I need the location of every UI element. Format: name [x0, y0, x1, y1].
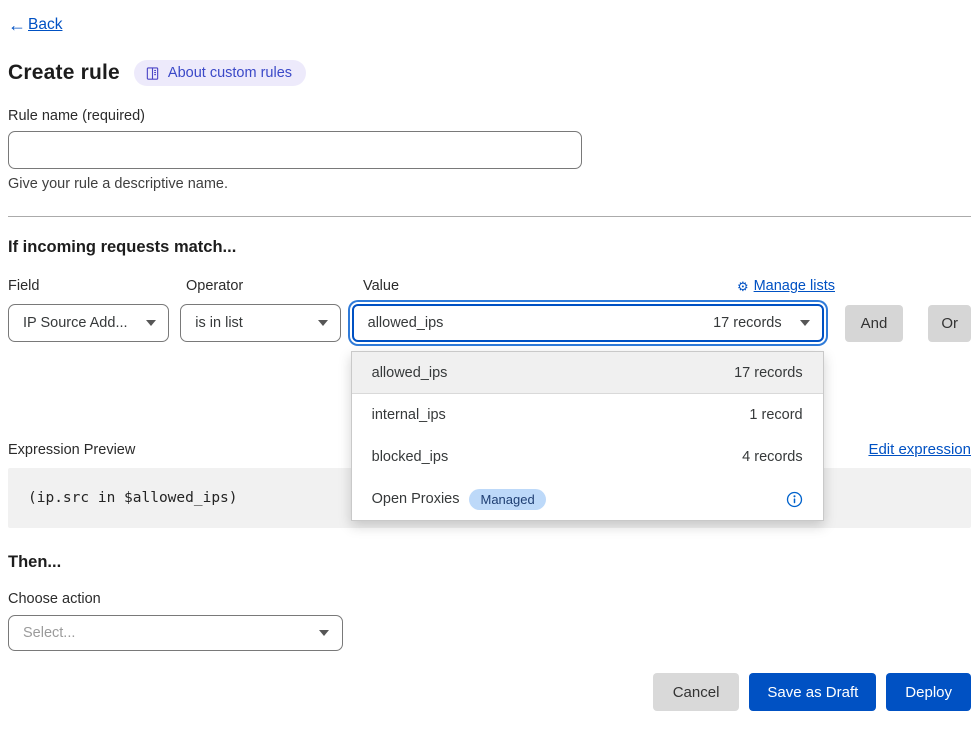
page-title: Create rule	[8, 61, 120, 85]
info-icon[interactable]	[786, 491, 803, 508]
managed-badge: Managed	[469, 489, 545, 510]
about-custom-rules-link[interactable]: About custom rules	[134, 60, 306, 86]
about-custom-rules-label: About custom rules	[168, 65, 292, 81]
manage-lists-link[interactable]: ⚙ Manage lists	[737, 278, 835, 294]
footer-actions: Cancel Save as Draft Deploy	[8, 673, 971, 711]
title-row: Create rule About custom rules	[8, 60, 971, 86]
edit-expression-link[interactable]: Edit expression	[868, 441, 971, 458]
list-option-count: 17 records	[734, 365, 803, 381]
list-option-name: Open Proxies	[372, 491, 460, 507]
match-section: If incoming requests match... Field Oper…	[8, 238, 971, 528]
match-heading: If incoming requests match...	[8, 238, 971, 257]
chevron-down-icon	[319, 630, 329, 636]
rule-name-input[interactable]	[8, 131, 582, 169]
chevron-down-icon	[146, 320, 156, 326]
value-select-name: allowed_ips	[368, 315, 713, 331]
field-label: Field	[8, 278, 175, 294]
manage-lists-label: Manage lists	[754, 278, 835, 294]
book-icon	[145, 66, 160, 81]
back-link-label: Back	[28, 16, 62, 34]
list-dropdown-panel: allowed_ips 17 records internal_ips 1 re…	[351, 351, 824, 521]
create-rule-page: ←Back Create rule About custom rules Rul…	[0, 0, 979, 711]
field-select[interactable]: IP Source Add...	[8, 304, 169, 342]
deploy-button[interactable]: Deploy	[886, 673, 971, 711]
and-button[interactable]: And	[845, 305, 904, 342]
list-option-count: 1 record	[749, 407, 802, 423]
list-option-count: 4 records	[742, 449, 802, 465]
chevron-down-icon	[800, 320, 810, 326]
save-as-draft-button[interactable]: Save as Draft	[749, 673, 876, 711]
action-select[interactable]: Select...	[8, 615, 343, 651]
rule-name-helper: Give your rule a descriptive name.	[8, 176, 971, 192]
back-arrow-icon: ←	[8, 16, 26, 34]
section-divider	[8, 216, 971, 217]
operator-select[interactable]: is in list	[180, 304, 340, 342]
then-section: Then... Choose action Select...	[8, 553, 971, 651]
operator-select-value: is in list	[195, 315, 243, 331]
chevron-down-icon	[318, 320, 328, 326]
list-option-name: internal_ips	[372, 407, 446, 423]
then-heading: Then...	[8, 553, 971, 572]
condition-row: IP Source Add... is in list allowed_ips …	[8, 304, 971, 342]
choose-action-label: Choose action	[8, 591, 971, 607]
or-button[interactable]: Or	[928, 305, 971, 342]
list-option-allowed-ips[interactable]: allowed_ips 17 records	[352, 352, 823, 394]
field-select-value: IP Source Add...	[23, 315, 128, 331]
list-option-name: blocked_ips	[372, 449, 449, 465]
operator-label: Operator	[186, 278, 352, 294]
list-option-name: allowed_ips	[372, 365, 448, 381]
list-option-blocked-ips[interactable]: blocked_ips 4 records	[352, 436, 823, 478]
rule-name-label: Rule name (required)	[8, 108, 971, 124]
condition-labels-row: Field Operator Value ⚙ Manage lists	[8, 278, 971, 294]
value-label: Value	[363, 278, 399, 294]
action-select-placeholder: Select...	[23, 625, 75, 641]
list-option-internal-ips[interactable]: internal_ips 1 record	[352, 394, 823, 436]
value-select[interactable]: allowed_ips 17 records	[352, 304, 824, 342]
back-link[interactable]: ←Back	[8, 16, 62, 34]
list-option-open-proxies[interactable]: Open Proxies Managed	[352, 478, 823, 520]
value-select-wrap: allowed_ips 17 records allowed_ips 17 re…	[352, 304, 824, 342]
cancel-button[interactable]: Cancel	[653, 673, 740, 711]
gear-icon: ⚙	[737, 280, 749, 293]
value-select-count: 17 records	[713, 315, 782, 331]
expression-preview-label: Expression Preview	[8, 442, 135, 458]
expression-code: (ip.src in $allowed_ips)	[28, 490, 238, 506]
rule-name-group: Rule name (required) Give your rule a de…	[8, 108, 971, 192]
